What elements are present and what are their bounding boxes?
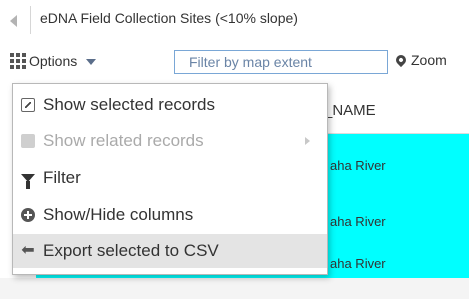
table-horizontal-scrollbar[interactable] bbox=[0, 278, 469, 299]
table-cell: aha River bbox=[330, 256, 386, 271]
menu-item-show-selected-records[interactable]: Show selected records bbox=[13, 88, 327, 122]
export-icon: ⬅ bbox=[21, 242, 35, 259]
menu-item-label: Filter bbox=[43, 168, 81, 187]
table-cell: aha River bbox=[330, 214, 386, 229]
menu-item-export-selected-to-csv[interactable]: ⬅ Export selected to CSV bbox=[13, 234, 327, 268]
chevron-right-icon bbox=[305, 137, 310, 145]
table-cell: aha River bbox=[330, 158, 386, 173]
menu-item-filter[interactable]: Filter bbox=[13, 161, 327, 195]
options-label: Options bbox=[29, 53, 78, 69]
menu-item-show-related-records: Show related records bbox=[13, 124, 327, 158]
table-toolbar: Options Filter by map extent Zoom bbox=[0, 44, 469, 78]
attribute-table-titlebar: eDNA Field Collection Sites (<10% slope) bbox=[0, 0, 469, 38]
zoom-label: Zoom bbox=[411, 52, 447, 68]
grid-icon bbox=[10, 53, 26, 69]
menu-item-label: Show/Hide columns bbox=[43, 205, 194, 224]
layer-title: eDNA Field Collection Sites (<10% slope) bbox=[40, 10, 298, 26]
plus-circle-icon bbox=[21, 208, 35, 222]
collapse-arrow-icon bbox=[10, 15, 17, 27]
show-selected-icon bbox=[21, 98, 35, 112]
filter-icon bbox=[21, 174, 35, 189]
menu-item-label: Show related records bbox=[43, 131, 204, 150]
related-records-icon bbox=[21, 134, 35, 148]
options-menu: Show selected records Show related recor… bbox=[12, 83, 328, 275]
options-dropdown-button[interactable]: Options bbox=[10, 50, 97, 72]
menu-item-label: Export selected to CSV bbox=[43, 241, 219, 260]
zoom-to-button[interactable]: Zoom bbox=[393, 52, 447, 68]
map-pin-icon bbox=[393, 52, 409, 68]
filter-by-map-extent-button[interactable]: Filter by map extent bbox=[174, 50, 388, 74]
menu-item-show-hide-columns[interactable]: Show/Hide columns bbox=[13, 198, 327, 232]
chevron-down-icon bbox=[86, 59, 97, 65]
collapse-panel-button[interactable] bbox=[0, 6, 31, 34]
menu-item-label: Show selected records bbox=[43, 95, 215, 114]
